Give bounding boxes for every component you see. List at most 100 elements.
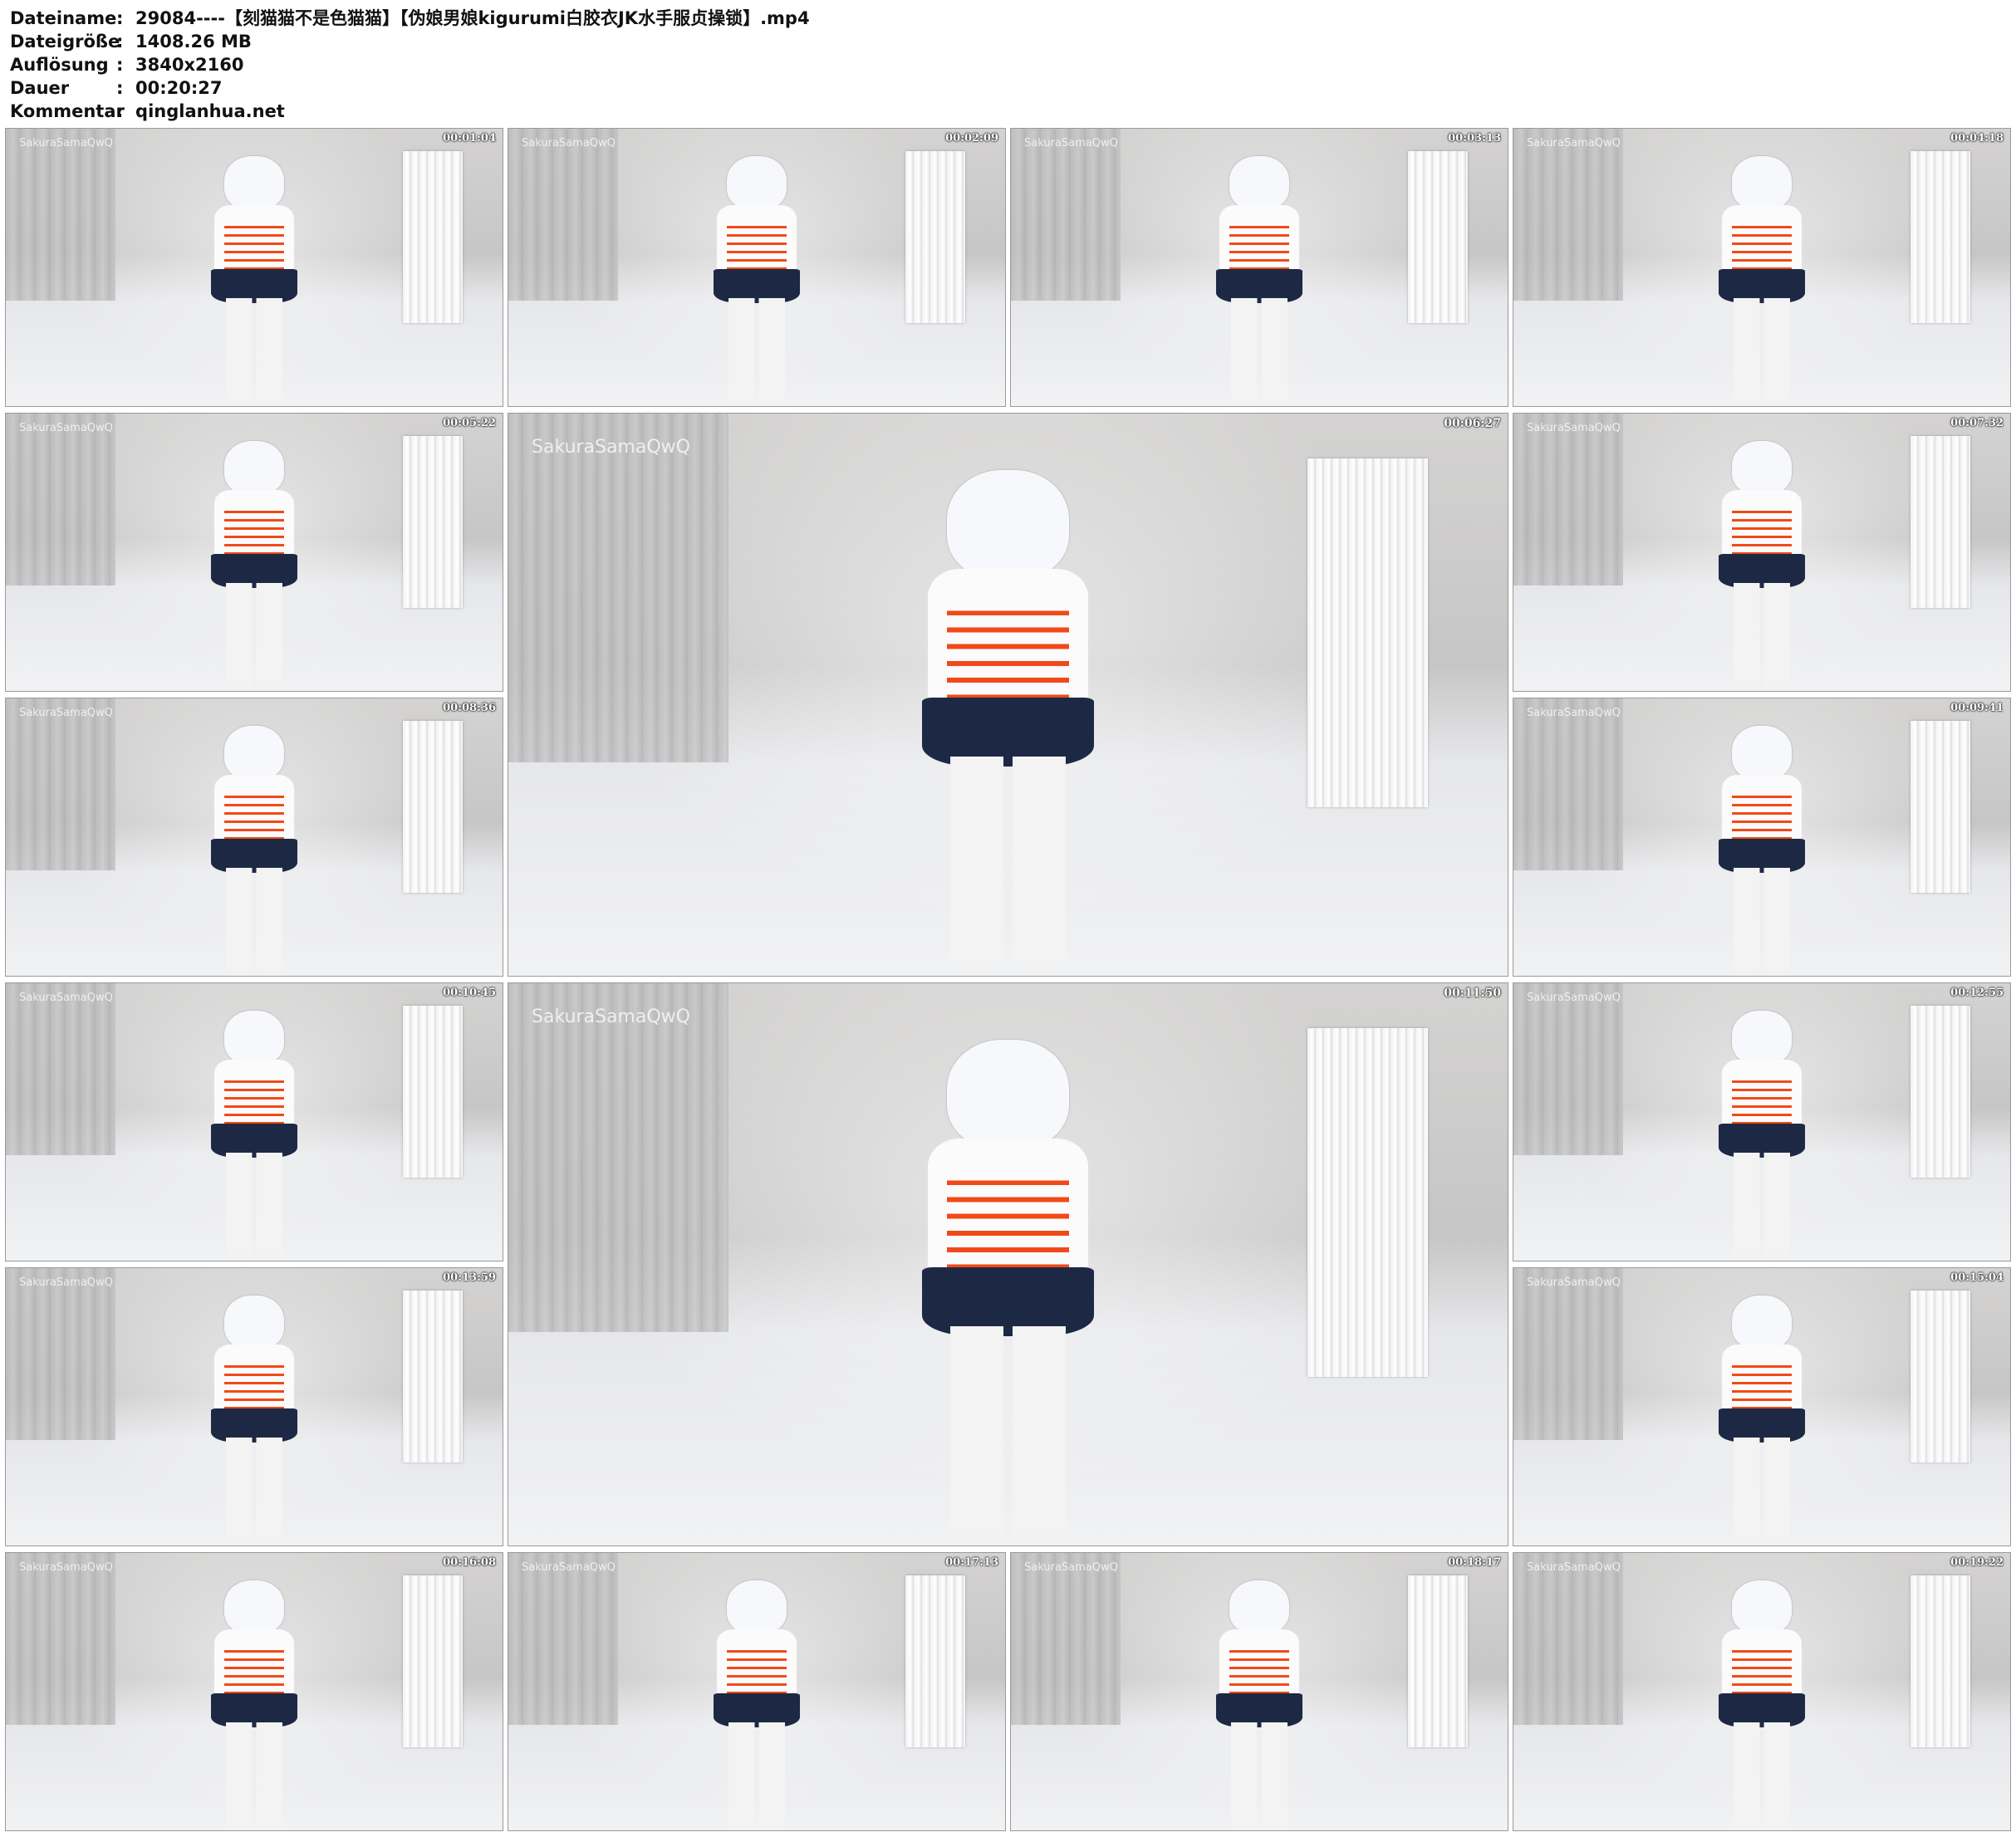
meta-value: 00:20:27 bbox=[135, 78, 223, 98]
video-thumbnail: SakuraSamaQwQ 00:12:55 bbox=[1513, 982, 2011, 1261]
figure-silhouette bbox=[714, 1580, 800, 1825]
radiator-shape bbox=[403, 1290, 464, 1462]
figure-legs bbox=[950, 1326, 1066, 1535]
thumbnail-timestamp: 00:06:27 bbox=[1444, 417, 1501, 430]
meta-separator: : bbox=[116, 8, 124, 28]
curtain-backdrop bbox=[6, 983, 115, 1156]
radiator-shape bbox=[403, 435, 464, 608]
video-thumbnail: SakuraSamaQwQ 00:19:22 bbox=[1513, 1552, 2011, 1831]
figure-legs bbox=[1230, 1722, 1288, 1825]
figure-legs bbox=[1733, 582, 1791, 686]
video-thumbnail: SakuraSamaQwQ 00:10:45 bbox=[5, 982, 503, 1261]
watermark-text: SakuraSamaQwQ bbox=[522, 1561, 616, 1574]
figure-head bbox=[223, 441, 285, 496]
figure-rope bbox=[726, 1643, 787, 1693]
video-thumbnail: SakuraSamaQwQ 00:13:59 bbox=[5, 1267, 503, 1546]
thumbnail-frame bbox=[6, 698, 503, 976]
video-thumbnail: SakuraSamaQwQ 00:06:27 bbox=[508, 413, 1508, 977]
thumbnail-frame bbox=[1513, 698, 2010, 976]
figure-rope bbox=[223, 504, 285, 554]
meta-separator: : bbox=[116, 101, 124, 121]
thumbnail-timestamp: 00:10:45 bbox=[443, 987, 496, 999]
video-thumbnail: SakuraSamaQwQ 00:07:32 bbox=[1513, 413, 2011, 692]
figure-silhouette bbox=[921, 1039, 1095, 1535]
curtain-backdrop bbox=[6, 698, 115, 871]
thumbnail-timestamp: 00:09:41 bbox=[1950, 702, 2004, 714]
figure-head bbox=[947, 469, 1069, 579]
thumbnail-frame bbox=[1513, 129, 2010, 406]
thumbnail-timestamp: 00:19:22 bbox=[1950, 1556, 2004, 1569]
figure-silhouette bbox=[211, 1011, 297, 1256]
video-thumbnail: SakuraSamaQwQ 00:16:08 bbox=[5, 1552, 503, 1831]
watermark-text: SakuraSamaQwQ bbox=[1024, 1561, 1118, 1574]
figure-head bbox=[1229, 156, 1290, 211]
curtain-backdrop bbox=[1513, 414, 1623, 586]
thumbnail-frame bbox=[1513, 1268, 2010, 1545]
curtain-backdrop bbox=[508, 414, 728, 762]
thumbnail-frame bbox=[1011, 129, 1508, 406]
figure-rope bbox=[223, 1643, 285, 1693]
figure-silhouette bbox=[1216, 1580, 1302, 1825]
figure-head bbox=[947, 1039, 1069, 1149]
figure-silhouette bbox=[1719, 1011, 1805, 1256]
figure-head bbox=[223, 1011, 285, 1065]
figure-rope bbox=[726, 219, 787, 269]
figure-rope bbox=[947, 1168, 1069, 1267]
radiator-shape bbox=[905, 1575, 966, 1747]
thumbnail-timestamp: 00:15:04 bbox=[1950, 1271, 2004, 1284]
meta-separator: : bbox=[116, 55, 124, 75]
figure-rope bbox=[1731, 1643, 1793, 1693]
thumbnail-timestamp: 00:18:17 bbox=[1448, 1556, 1501, 1569]
thumbnail-frame bbox=[6, 1268, 503, 1545]
meta-key: Auflösung bbox=[10, 55, 109, 75]
curtain-backdrop bbox=[1513, 1268, 1623, 1441]
radiator-shape bbox=[403, 150, 464, 323]
radiator-shape bbox=[403, 1005, 464, 1178]
curtain-backdrop bbox=[1011, 129, 1121, 301]
figure-legs bbox=[225, 867, 283, 971]
figure-rope bbox=[1731, 1074, 1793, 1124]
meta-separator: : bbox=[116, 32, 124, 51]
radiator-shape bbox=[1911, 1005, 1971, 1178]
figure-legs bbox=[728, 1722, 786, 1825]
curtain-backdrop bbox=[6, 1268, 115, 1441]
video-thumbnail: SakuraSamaQwQ 00:15:04 bbox=[1513, 1267, 2011, 1546]
watermark-text: SakuraSamaQwQ bbox=[19, 422, 113, 434]
figure-head bbox=[1731, 1011, 1793, 1065]
thumbnail-frame bbox=[1513, 983, 2010, 1261]
figure-legs bbox=[1733, 1722, 1791, 1825]
figure-legs bbox=[1230, 297, 1288, 401]
watermark-text: SakuraSamaQwQ bbox=[1527, 137, 1621, 149]
curtain-backdrop bbox=[6, 1553, 115, 1726]
figure-silhouette bbox=[714, 156, 800, 401]
figure-silhouette bbox=[921, 469, 1095, 965]
curtain-backdrop bbox=[1513, 983, 1623, 1156]
video-thumbnail: SakuraSamaQwQ 00:03:13 bbox=[1010, 128, 1508, 407]
figure-legs bbox=[1733, 867, 1791, 971]
thumbnail-frame bbox=[1513, 1553, 2010, 1830]
video-thumbnail: SakuraSamaQwQ 00:04:18 bbox=[1513, 128, 2011, 407]
watermark-text: SakuraSamaQwQ bbox=[1527, 707, 1621, 719]
radiator-shape bbox=[1307, 458, 1428, 807]
figure-legs bbox=[1733, 1152, 1791, 1256]
radiator-shape bbox=[1911, 1290, 1971, 1462]
figure-head bbox=[1731, 726, 1793, 781]
meta-value: qinglanhua.net bbox=[135, 101, 285, 121]
figure-legs bbox=[225, 1152, 283, 1256]
curtain-backdrop bbox=[6, 129, 115, 301]
watermark-text: SakuraSamaQwQ bbox=[19, 992, 113, 1004]
thumbnail-frame bbox=[1513, 414, 2010, 691]
video-thumbnail: SakuraSamaQwQ 00:05:22 bbox=[5, 413, 503, 692]
thumbnail-timestamp: 00:04:18 bbox=[1950, 132, 2004, 145]
figure-head bbox=[726, 156, 787, 211]
meta-value: 1408.26 MB bbox=[135, 32, 252, 51]
figure-legs bbox=[225, 297, 283, 401]
watermark-text: SakuraSamaQwQ bbox=[532, 1007, 690, 1027]
figure-rope bbox=[1731, 789, 1793, 839]
curtain-backdrop bbox=[1011, 1553, 1121, 1726]
thumbnail-timestamp: 00:01:04 bbox=[443, 132, 496, 145]
thumbnail-timestamp: 00:11:50 bbox=[1444, 987, 1501, 1000]
figure-head bbox=[726, 1580, 787, 1635]
figure-legs bbox=[225, 1722, 283, 1825]
figure-legs bbox=[1733, 297, 1791, 401]
